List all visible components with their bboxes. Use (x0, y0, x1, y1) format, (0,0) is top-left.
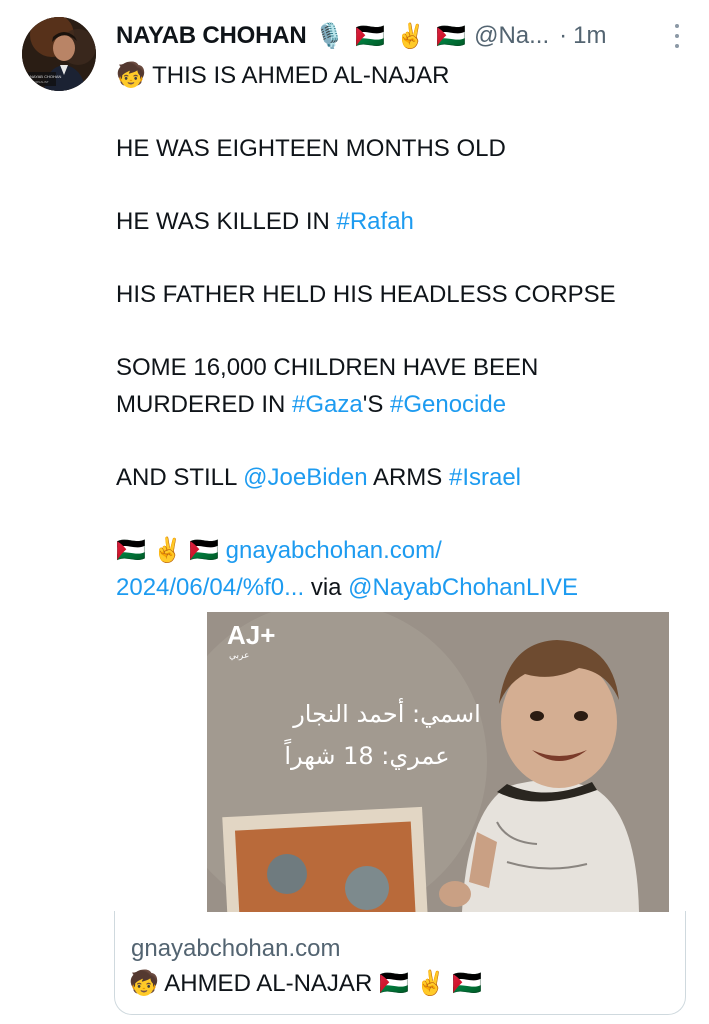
separator-dot: · (559, 22, 568, 49)
tweet-header: NAYAB CHOHAN 🎙️ 🇵🇸 ✌️ 🇵🇸 @Na... · 1m (116, 20, 686, 52)
text-line: 2024/06/04/%f0... via @NayabChohanLIVE (116, 574, 579, 601)
tweet-text: 🧒 THIS IS AHMED AL-NAJAR HE WAS EIGHTEEN… (116, 57, 696, 606)
mention-joebiden[interactable]: @JoeBiden (243, 464, 367, 491)
hashtag-gaza[interactable]: #Gaza (292, 391, 363, 418)
text-line: 🇵🇸 ✌️ 🇵🇸 gnayabchohan.com/ (116, 537, 442, 564)
hashtag-israel[interactable]: #Israel (449, 464, 521, 491)
text-line: 🧒 THIS IS AHMED AL-NAJAR (116, 62, 450, 89)
media-logo: AJ+ (227, 620, 275, 650)
avatar-caption: NAYAB CHOHAN (30, 74, 62, 79)
text-line: HE WAS EIGHTEEN MONTHS OLD (116, 135, 506, 162)
hashtag-rafah[interactable]: #Rafah (337, 208, 414, 235)
text-line: SOME 16,000 CHILDREN HAVE BEEN (116, 354, 539, 381)
author-badges: 🎙️ 🇵🇸 ✌️ 🇵🇸 (314, 22, 469, 50)
tweet-media-image[interactable]: AJ+ عربي اسمي: أحمد النجار عمري: 18 شهرا… (207, 612, 669, 912)
author-name[interactable]: NAYAB CHOHAN (116, 22, 307, 50)
text-line: MURDERED IN #Gaza'S #Genocide (116, 391, 507, 418)
link-preview-card[interactable]: gnayabchohan.com 🧒 AHMED AL-NAJAR 🇵🇸 ✌️ … (114, 911, 686, 1015)
more-options-icon[interactable] (668, 24, 686, 48)
media-arabic-name: اسمي: أحمد النجار (292, 698, 481, 728)
article-link[interactable]: gnayabchohan.com/ (226, 537, 442, 564)
article-link-continued[interactable]: 2024/06/04/%f0... (116, 574, 304, 601)
text-line: HE WAS KILLED IN #Rafah (116, 208, 414, 235)
framed-photo (222, 806, 428, 912)
text-line: AND STILL @JoeBiden ARMS #Israel (116, 464, 522, 491)
text-line: HIS FATHER HELD HIS HEADLESS CORPSE (116, 281, 616, 308)
card-title: 🧒 AHMED AL-NAJAR 🇵🇸 ✌️ 🇵🇸 (129, 970, 482, 997)
author-avatar[interactable]: NAYAB CHOHAN JOURNALIST (22, 17, 96, 91)
author-handle[interactable]: @Na... (474, 22, 549, 50)
media-arabic-age: عمري: 18 شهراً (284, 739, 450, 770)
mention-nayabchohanlive[interactable]: @NayabChohanLIVE (348, 574, 578, 601)
media-logo-sub: عربي (229, 651, 249, 661)
svg-text:JOURNALIST: JOURNALIST (30, 80, 49, 84)
tweet-timestamp[interactable]: 1m (573, 22, 606, 50)
card-domain: gnayabchohan.com (131, 935, 341, 962)
hashtag-genocide[interactable]: #Genocide (390, 391, 506, 418)
